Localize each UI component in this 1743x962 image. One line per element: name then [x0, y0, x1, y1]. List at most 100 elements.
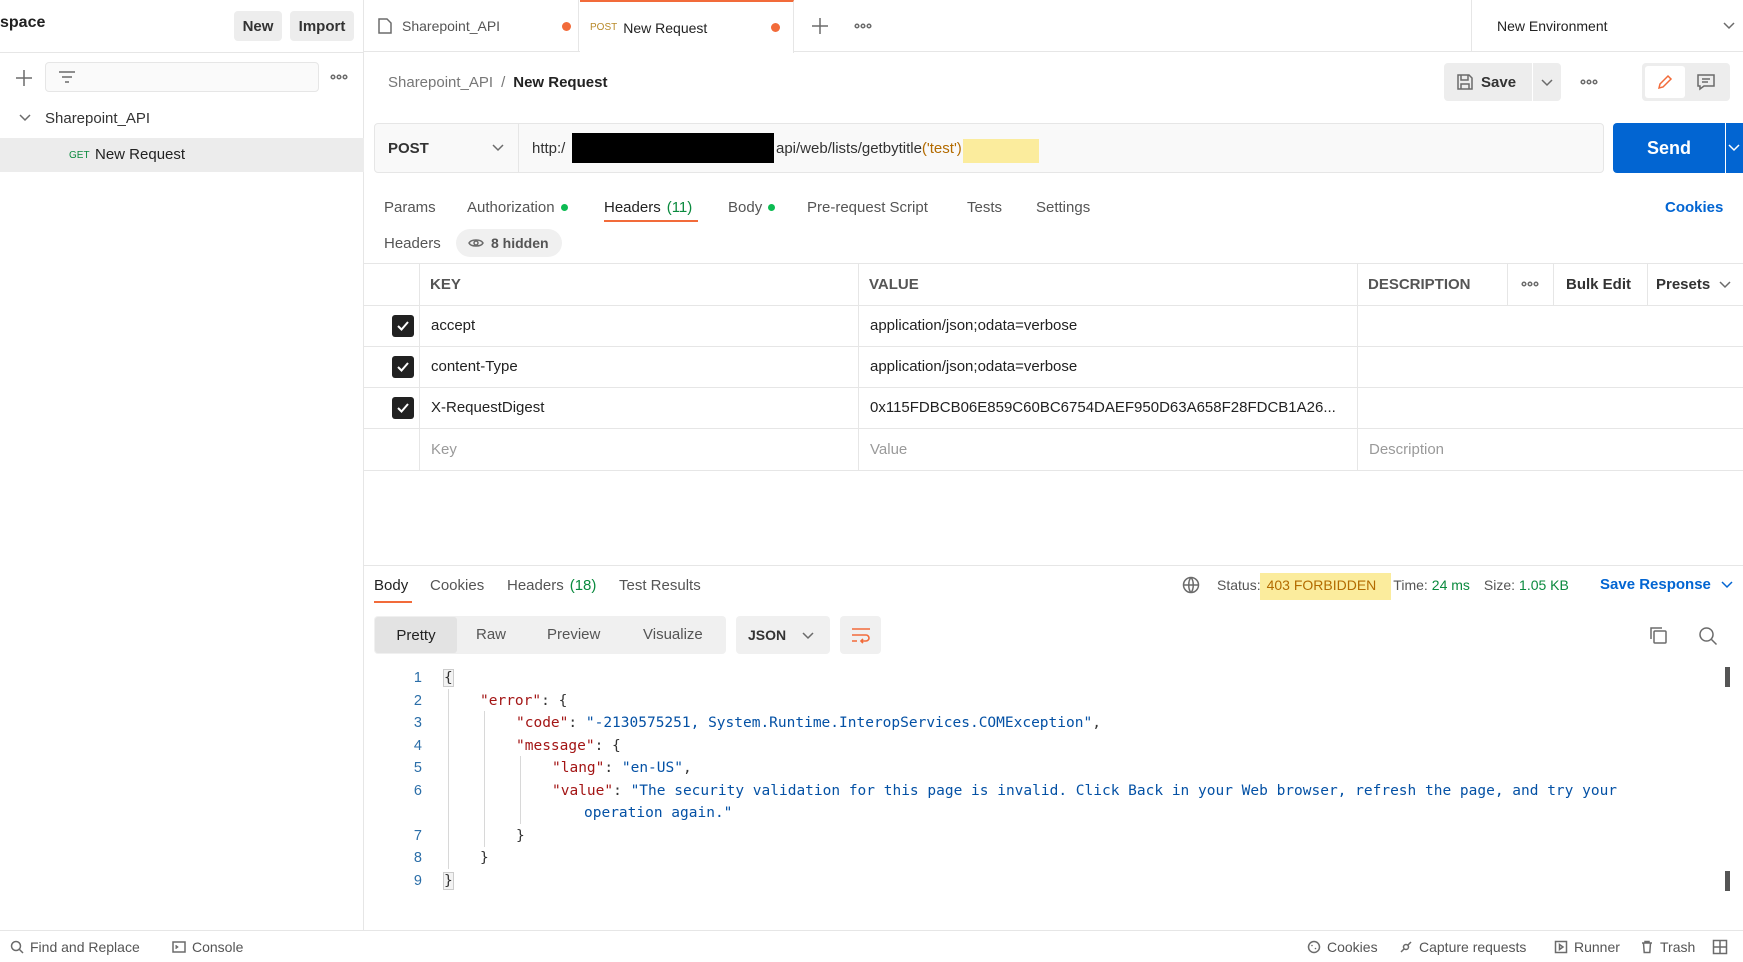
- add-collection-icon[interactable]: [14, 68, 34, 88]
- chevron-down-icon: [1722, 21, 1736, 31]
- trash-label: Trash: [1660, 939, 1696, 955]
- edit-mode-button[interactable]: [1645, 66, 1685, 98]
- tab-headers[interactable]: Headers (11): [604, 190, 692, 224]
- status-label: Status:: [1217, 577, 1261, 593]
- sidebar-search-input[interactable]: [45, 62, 319, 92]
- url-input[interactable]: http:/ api/web/lists/getbytitle('test'): [520, 124, 1603, 172]
- table-border: [1357, 263, 1358, 470]
- header-enabled-checkbox[interactable]: [392, 397, 414, 419]
- tab-body[interactable]: Body: [728, 190, 776, 224]
- header-enabled-checkbox[interactable]: [392, 315, 414, 337]
- header-enabled-checkbox[interactable]: [392, 356, 414, 378]
- save-button[interactable]: Save: [1444, 63, 1532, 101]
- breadcrumb-request[interactable]: New Request: [513, 74, 607, 91]
- capture-requests-button[interactable]: Capture requests: [1399, 931, 1526, 962]
- response-body-editor[interactable]: 1 2 3 4 5 6 7 8 9 { "error": { "code": "…: [374, 667, 1724, 897]
- url-redaction: [572, 133, 774, 163]
- presets-button[interactable]: Presets: [1656, 263, 1731, 305]
- line-number: 4: [413, 737, 422, 754]
- new-value-input[interactable]: Value: [870, 428, 907, 470]
- wrap-lines-button[interactable]: [840, 616, 881, 654]
- request-more-icon[interactable]: [1580, 75, 1598, 89]
- globe-icon[interactable]: [1182, 576, 1200, 594]
- header-value[interactable]: application/json;odata=verbose: [870, 346, 1077, 387]
- status-value[interactable]: 403 FORBIDDEN: [1267, 577, 1377, 593]
- view-raw-button[interactable]: Raw: [476, 626, 506, 643]
- trash-button[interactable]: Trash: [1640, 931, 1695, 962]
- footer-cookies-button[interactable]: Cookies: [1307, 931, 1378, 962]
- size-value[interactable]: 1.05 KB: [1519, 577, 1569, 593]
- send-button[interactable]: Send: [1613, 123, 1725, 173]
- table-more-icon[interactable]: [1521, 277, 1539, 291]
- format-select[interactable]: JSON: [736, 616, 830, 654]
- layout-toggle-icon[interactable]: [1712, 931, 1728, 962]
- cookie-icon: [1307, 940, 1321, 954]
- tab-label: New Request: [623, 19, 708, 36]
- save-label: Save: [1481, 73, 1517, 91]
- sidebar-request-item[interactable]: GET New Request: [0, 138, 364, 172]
- send-options-button[interactable]: [1726, 123, 1743, 173]
- mode-toggle: [1642, 63, 1730, 101]
- new-button[interactable]: New: [234, 11, 282, 41]
- tab-prerequest-script[interactable]: Pre-request Script: [807, 190, 928, 224]
- view-pretty-label: Pretty: [396, 626, 436, 644]
- copy-icon[interactable]: [1648, 625, 1668, 645]
- method-select[interactable]: POST: [375, 124, 519, 172]
- tab-new-request[interactable]: POST New Request: [580, 0, 794, 53]
- find-replace-button[interactable]: Find and Replace: [10, 931, 140, 962]
- tab-settings[interactable]: Settings: [1036, 190, 1090, 224]
- import-button[interactable]: Import: [290, 11, 354, 41]
- bulk-edit-button[interactable]: Bulk Edit: [1566, 263, 1631, 305]
- header-value[interactable]: application/json;odata=verbose: [870, 305, 1077, 346]
- tab-tests[interactable]: Tests: [967, 190, 1002, 224]
- tab-params[interactable]: Params: [384, 190, 436, 224]
- view-pretty-button[interactable]: Pretty: [375, 617, 457, 653]
- view-visualize-button[interactable]: Visualize: [643, 626, 703, 643]
- filter-icon[interactable]: [58, 70, 76, 86]
- code-line: "message": {: [516, 735, 621, 757]
- url-path: api/web/lists/getbytitle('test'): [776, 140, 962, 157]
- time-value[interactable]: 24 ms: [1432, 577, 1470, 593]
- breadcrumb-collection[interactable]: Sharepoint_API: [388, 74, 493, 91]
- new-tab-icon[interactable]: [810, 16, 830, 36]
- tab-label: Sharepoint_API: [402, 18, 501, 34]
- response-tab-headers[interactable]: Headers (18): [507, 568, 596, 602]
- tab-authorization[interactable]: Authorization: [467, 190, 568, 224]
- view-preview-button[interactable]: Preview: [547, 626, 600, 643]
- environment-selector[interactable]: New Environment: [1471, 0, 1743, 52]
- comments-icon[interactable]: [1696, 73, 1716, 91]
- url-prefix: http:/: [532, 140, 566, 157]
- code-line: "lang": "en-US",: [552, 757, 692, 779]
- tab-headers-count: (11): [666, 198, 693, 216]
- tab-sharepoint-api[interactable]: Sharepoint_API: [364, 0, 579, 52]
- tab-method: POST: [590, 22, 618, 33]
- line-number: 3: [413, 715, 422, 731]
- editor-scrollbar-bottom[interactable]: [1725, 871, 1730, 891]
- runner-button[interactable]: Runner: [1554, 931, 1620, 962]
- save-options-button[interactable]: [1533, 63, 1561, 101]
- code-line: }: [443, 870, 454, 892]
- breadcrumb: Sharepoint_API / New Request: [388, 74, 607, 91]
- header-key[interactable]: accept: [431, 305, 475, 346]
- header-key[interactable]: X-RequestDigest: [431, 387, 544, 428]
- new-key-input[interactable]: Key: [431, 428, 457, 470]
- save-response-button[interactable]: Save Response: [1600, 576, 1733, 593]
- cookies-link[interactable]: Cookies: [1665, 190, 1723, 224]
- footer-cookies-label: Cookies: [1327, 939, 1378, 955]
- tabs-more-icon[interactable]: [854, 19, 872, 33]
- code-line: {: [443, 667, 454, 689]
- chevron-down-icon[interactable]: [18, 113, 32, 123]
- response-tab-body[interactable]: Body: [374, 568, 408, 602]
- header-key[interactable]: content-Type: [431, 346, 518, 387]
- collection-item[interactable]: Sharepoint_API: [0, 106, 364, 132]
- editor-scrollbar-top[interactable]: [1725, 667, 1730, 687]
- new-description-input[interactable]: Description: [1369, 428, 1444, 470]
- search-icon[interactable]: [1698, 626, 1718, 646]
- response-tab-test-results[interactable]: Test Results: [619, 568, 701, 602]
- hidden-headers-toggle[interactable]: 8 hidden: [456, 229, 562, 257]
- column-header-value: VALUE: [869, 275, 919, 293]
- header-value[interactable]: 0x115FDBCB06E859C60BC6754DAEF950D63A658F…: [870, 387, 1336, 428]
- sidebar-more-icon[interactable]: [330, 70, 348, 84]
- response-tab-cookies[interactable]: Cookies: [430, 568, 484, 602]
- console-button[interactable]: Console: [172, 931, 243, 962]
